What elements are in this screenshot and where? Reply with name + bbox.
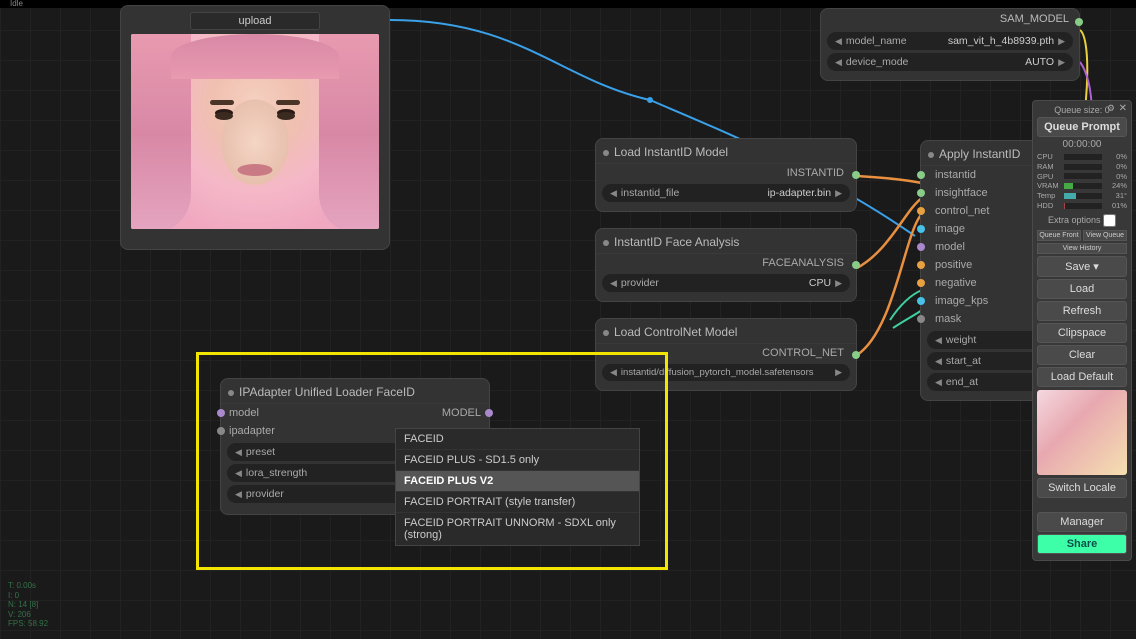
node-title: InstantID Face Analysis — [614, 235, 739, 249]
sam-output-label: SAM_MODEL — [1000, 13, 1069, 25]
tiny-button[interactable]: Queue Front — [1037, 230, 1081, 241]
node-title: Apply InstantID — [939, 147, 1020, 161]
tiny-buttons: Queue FrontView Queue — [1037, 230, 1127, 241]
queue-prompt-button[interactable]: Queue Prompt — [1037, 117, 1127, 137]
preset-dropdown[interactable]: FACEIDFACEID PLUS - SD1.5 onlyFACEID PLU… — [395, 428, 640, 546]
canvas-stats: T: 0.00sI: 0N: 14 [8]V: 206FPS: 58.92 — [8, 581, 48, 629]
clearbutton[interactable]: Clear — [1037, 345, 1127, 365]
sam-device-widget[interactable]: ◀ device_mode AUTO ▶ — [827, 53, 1073, 71]
instantid-file-widget[interactable]: ◀ instantid_file ip-adapter.bin ▶ — [602, 184, 850, 202]
timer: 00:00:00 — [1037, 139, 1127, 150]
input-model: model — [229, 407, 259, 419]
output-label: CONTROL_NET — [762, 347, 844, 359]
output-label: FACEANALYSIS — [762, 257, 844, 269]
controlnet-node[interactable]: Load ControlNet Model CONTROL_NET ◀ inst… — [595, 318, 857, 391]
chevron-right-icon[interactable]: ▶ — [1058, 36, 1065, 47]
dropdown-option[interactable]: FACEID — [396, 429, 639, 450]
loadbutton[interactable]: Load — [1037, 279, 1127, 299]
chevron-left-icon[interactable]: ◀ — [835, 57, 842, 68]
sam-model-name-widget[interactable]: ◀ model_name sam_vit_h_4b8939.pth ▶ — [827, 32, 1073, 50]
dropdown-option[interactable]: FACEID PLUS V2 — [396, 471, 639, 492]
refreshbutton[interactable]: Refresh — [1037, 301, 1127, 321]
dropdown-option[interactable]: FACEID PORTRAIT (style transfer) — [396, 492, 639, 513]
dropdown-option[interactable]: FACEID PORTRAIT UNNORM - SDXL only (stro… — [396, 513, 639, 545]
upload-button[interactable]: upload — [190, 12, 320, 30]
close-icon[interactable]: ✕ — [1119, 103, 1127, 114]
control-panel[interactable]: ⚙ ✕ Queue size: 0 Queue Prompt 00:00:00 … — [1032, 100, 1132, 561]
resource-stats: CPU0%RAM0%GPU0%VRAM24%Temp31°HDD01% — [1037, 152, 1127, 211]
sam-model-node[interactable]: SAM_MODEL ◀ model_name sam_vit_h_4b8939.… — [820, 8, 1080, 81]
provider-widget[interactable]: ◀ provider CPU ▶ — [602, 274, 850, 292]
chevron-left-icon[interactable]: ◀ — [835, 36, 842, 47]
tiny-button[interactable]: View Queue — [1083, 230, 1127, 241]
gear-icon[interactable]: ⚙ — [1107, 103, 1115, 114]
input-ipadapter: ipadapter — [229, 425, 275, 437]
face-analysis-node[interactable]: InstantID Face Analysis FACEANALYSIS ◀ p… — [595, 228, 857, 302]
tiny-button[interactable]: View History — [1037, 243, 1127, 254]
switch-locale-button[interactable]: Switch Locale — [1037, 478, 1127, 498]
node-title: IPAdapter Unified Loader FaceID — [239, 385, 415, 399]
portrait-preview — [131, 34, 379, 229]
load-defaultbutton[interactable]: Load Default — [1037, 367, 1127, 387]
upload-node[interactable]: upload — [120, 5, 390, 250]
chevron-right-icon[interactable]: ▶ — [1058, 57, 1065, 68]
extra-options[interactable]: Extra options — [1037, 214, 1127, 227]
dropdown-option[interactable]: FACEID PLUS - SD1.5 only — [396, 450, 639, 471]
share-button[interactable]: Share — [1037, 534, 1127, 554]
clipspacebutton[interactable]: Clipspace — [1037, 323, 1127, 343]
output-model: MODEL — [442, 407, 481, 419]
node-title: Load InstantID Model — [614, 145, 728, 159]
load-instantid-node[interactable]: Load InstantID Model INSTANTID ◀ instant… — [595, 138, 857, 212]
output-label: INSTANTID — [787, 167, 844, 179]
controlnet-file-widget[interactable]: ◀ instantid/diffusion_pytorch_model.safe… — [602, 364, 850, 381]
manager-button[interactable]: Manager — [1037, 512, 1127, 532]
preview-thumbnail[interactable] — [1037, 390, 1127, 475]
save-button[interactable]: Save ▾ — [1037, 256, 1127, 277]
node-title: Load ControlNet Model — [614, 325, 737, 339]
